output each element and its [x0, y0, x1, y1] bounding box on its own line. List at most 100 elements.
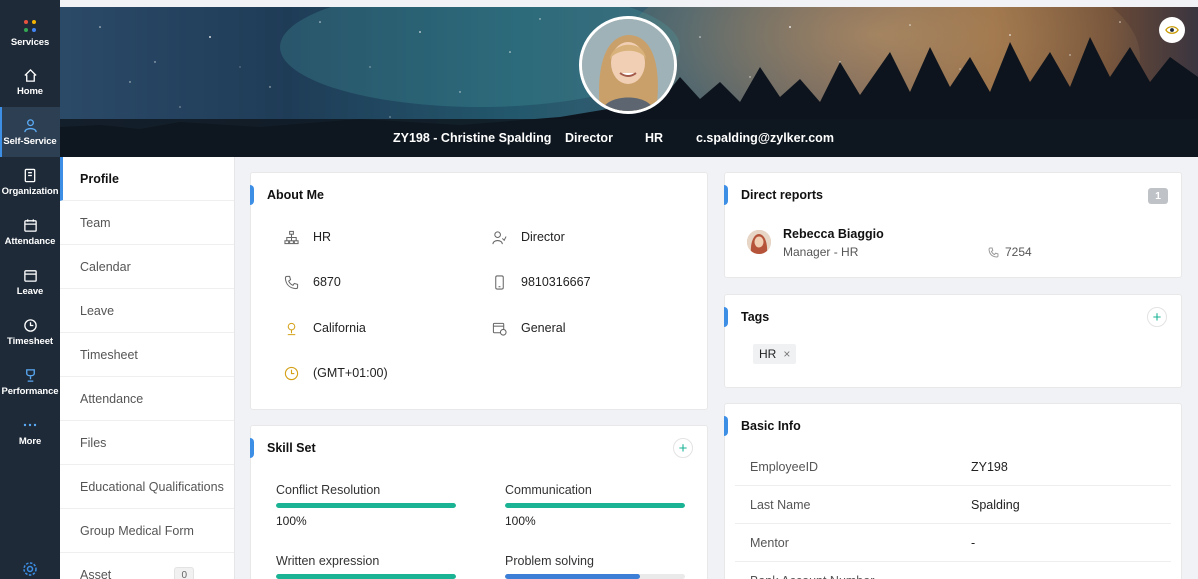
clock-icon [22, 317, 38, 333]
skill-percent: 100% [276, 514, 307, 528]
rail-item-self-service[interactable]: Self-Service [0, 107, 60, 157]
calendar-check-icon [22, 217, 38, 233]
rail-label: Home [17, 86, 43, 97]
subnav-item-attendance[interactable]: Attendance [60, 377, 234, 421]
rail-item-organization[interactable]: Organization [0, 157, 60, 207]
calendar-icon [22, 267, 38, 283]
about-extension: 6870 [283, 274, 341, 290]
skill-bar [505, 503, 685, 508]
tag-chip: HR × [753, 344, 797, 364]
home-icon [22, 67, 38, 83]
subnav-label: Group Medical Form [80, 524, 194, 538]
profile-banner: ZY198 - Christine Spalding Director HR c… [60, 7, 1198, 157]
mobile-icon [491, 274, 507, 290]
subnav-item-educational-qualifications[interactable]: Educational Qualifications [60, 465, 234, 509]
subnav-label: Timesheet [80, 348, 138, 362]
about-timezone-value: (GMT+01:00) [313, 366, 388, 380]
subnav-item-files[interactable]: Files [60, 421, 234, 465]
subnav-label: Profile [80, 172, 119, 186]
subnav-label: Team [80, 216, 111, 230]
subnav-item-asset[interactable]: Asset 0 [60, 553, 234, 579]
about-timezone: (GMT+01:00) [283, 365, 388, 381]
skill-set-title: Skill Set [267, 441, 316, 455]
about-mobile-value: 9810316667 [521, 275, 591, 289]
skill-percent: 100% [505, 514, 536, 528]
settings-gear-icon[interactable] [22, 561, 38, 577]
rail-label: Performance [1, 386, 59, 397]
report-name[interactable]: Rebecca Biaggio [783, 227, 884, 241]
skill-bar [276, 574, 456, 579]
rail-label: Self-Service [3, 136, 57, 147]
info-row-mentor: Mentor - [735, 524, 1171, 562]
phone-icon [283, 274, 299, 290]
calendar-clock-icon [491, 320, 507, 336]
more-dots-icon [22, 417, 38, 433]
subnav-item-calendar[interactable]: Calendar [60, 245, 234, 289]
skill-name: Communication [505, 483, 592, 497]
user-icon [22, 117, 38, 133]
rail-item-performance[interactable]: Performance [0, 357, 60, 407]
remove-tag-icon[interactable]: × [783, 344, 790, 364]
skill-bar [276, 503, 456, 508]
asset-count-badge: 0 [174, 567, 194, 579]
skill-bar-fill [276, 503, 456, 508]
plus-icon: + [1152, 308, 1162, 326]
direct-reports-card: Direct reports 1 Rebecca Biaggio Manager… [724, 172, 1182, 278]
profile-subnav: Profile Team Calendar Leave Timesheet At… [60, 157, 235, 579]
profile-avatar[interactable] [579, 16, 677, 114]
info-key: Last Name [750, 498, 811, 512]
card-accent [250, 185, 254, 205]
org-book-icon [22, 167, 38, 183]
skill-bar-fill [276, 574, 456, 579]
profile-summary: ZY198 - Christine Spalding Director HR c… [60, 131, 1198, 149]
card-accent [724, 185, 728, 205]
subnav-item-timesheet[interactable]: Timesheet [60, 333, 234, 377]
subnav-label: Attendance [80, 392, 144, 406]
rail-label: Attendance [4, 236, 56, 247]
profile-email[interactable]: c.spalding@zylker.com [696, 131, 834, 145]
basic-info-title: Basic Info [741, 419, 801, 433]
about-designation-value: Director [521, 230, 565, 244]
tags-title: Tags [741, 310, 770, 324]
card-accent [724, 307, 728, 327]
view-as-button[interactable] [1159, 17, 1185, 43]
plus-icon: + [678, 439, 688, 457]
subnav-item-group-medical-form[interactable]: Group Medical Form [60, 509, 234, 553]
profile-id-name: ZY198 - Christine Spalding [393, 131, 552, 145]
rail-item-attendance[interactable]: Attendance [0, 207, 60, 257]
rail-item-timesheet[interactable]: Timesheet [0, 307, 60, 357]
subnav-item-team[interactable]: Team [60, 201, 234, 245]
skill-bar-fill [505, 574, 640, 579]
location-pin-icon [283, 320, 299, 336]
info-key: Bank Account Number [750, 574, 874, 579]
org-chart-icon [283, 229, 299, 245]
info-key: EmployeeID [750, 460, 819, 474]
report-avatar[interactable] [747, 230, 771, 254]
rail-label: Services [10, 37, 50, 48]
rail-item-leave[interactable]: Leave [0, 257, 60, 307]
subnav-item-profile[interactable]: Profile [60, 157, 234, 201]
about-mobile: 9810316667 [491, 274, 591, 290]
clock-icon [283, 365, 299, 381]
basic-info-card: Basic Info EmployeeID ZY198 Last Name Sp… [724, 403, 1182, 579]
info-row-employee-id: EmployeeID ZY198 [735, 448, 1171, 486]
about-shift-value: General [521, 321, 566, 335]
subnav-label: Files [80, 436, 107, 450]
report-role: Manager - HR [783, 245, 859, 259]
grid-dots-icon [22, 18, 38, 34]
skill-bar-fill [505, 503, 685, 508]
subnav-item-leave[interactable]: Leave [60, 289, 234, 333]
about-extension-value: 6870 [313, 275, 341, 289]
add-skill-button[interactable]: + [673, 438, 693, 458]
rail-item-home[interactable]: Home [0, 57, 60, 107]
info-value: ZY198 [971, 460, 1008, 474]
profile-designation: Director [565, 131, 613, 145]
rail-item-more[interactable]: More [0, 407, 60, 457]
rail-label: Timesheet [7, 336, 53, 347]
rail-label: Organization [1, 186, 59, 197]
add-tag-button[interactable]: + [1147, 307, 1167, 327]
rail-item-services[interactable]: Services [0, 8, 60, 58]
card-accent [724, 416, 728, 436]
skill-item: Written expression [276, 554, 456, 579]
info-row-last-name: Last Name Spalding [735, 486, 1171, 524]
